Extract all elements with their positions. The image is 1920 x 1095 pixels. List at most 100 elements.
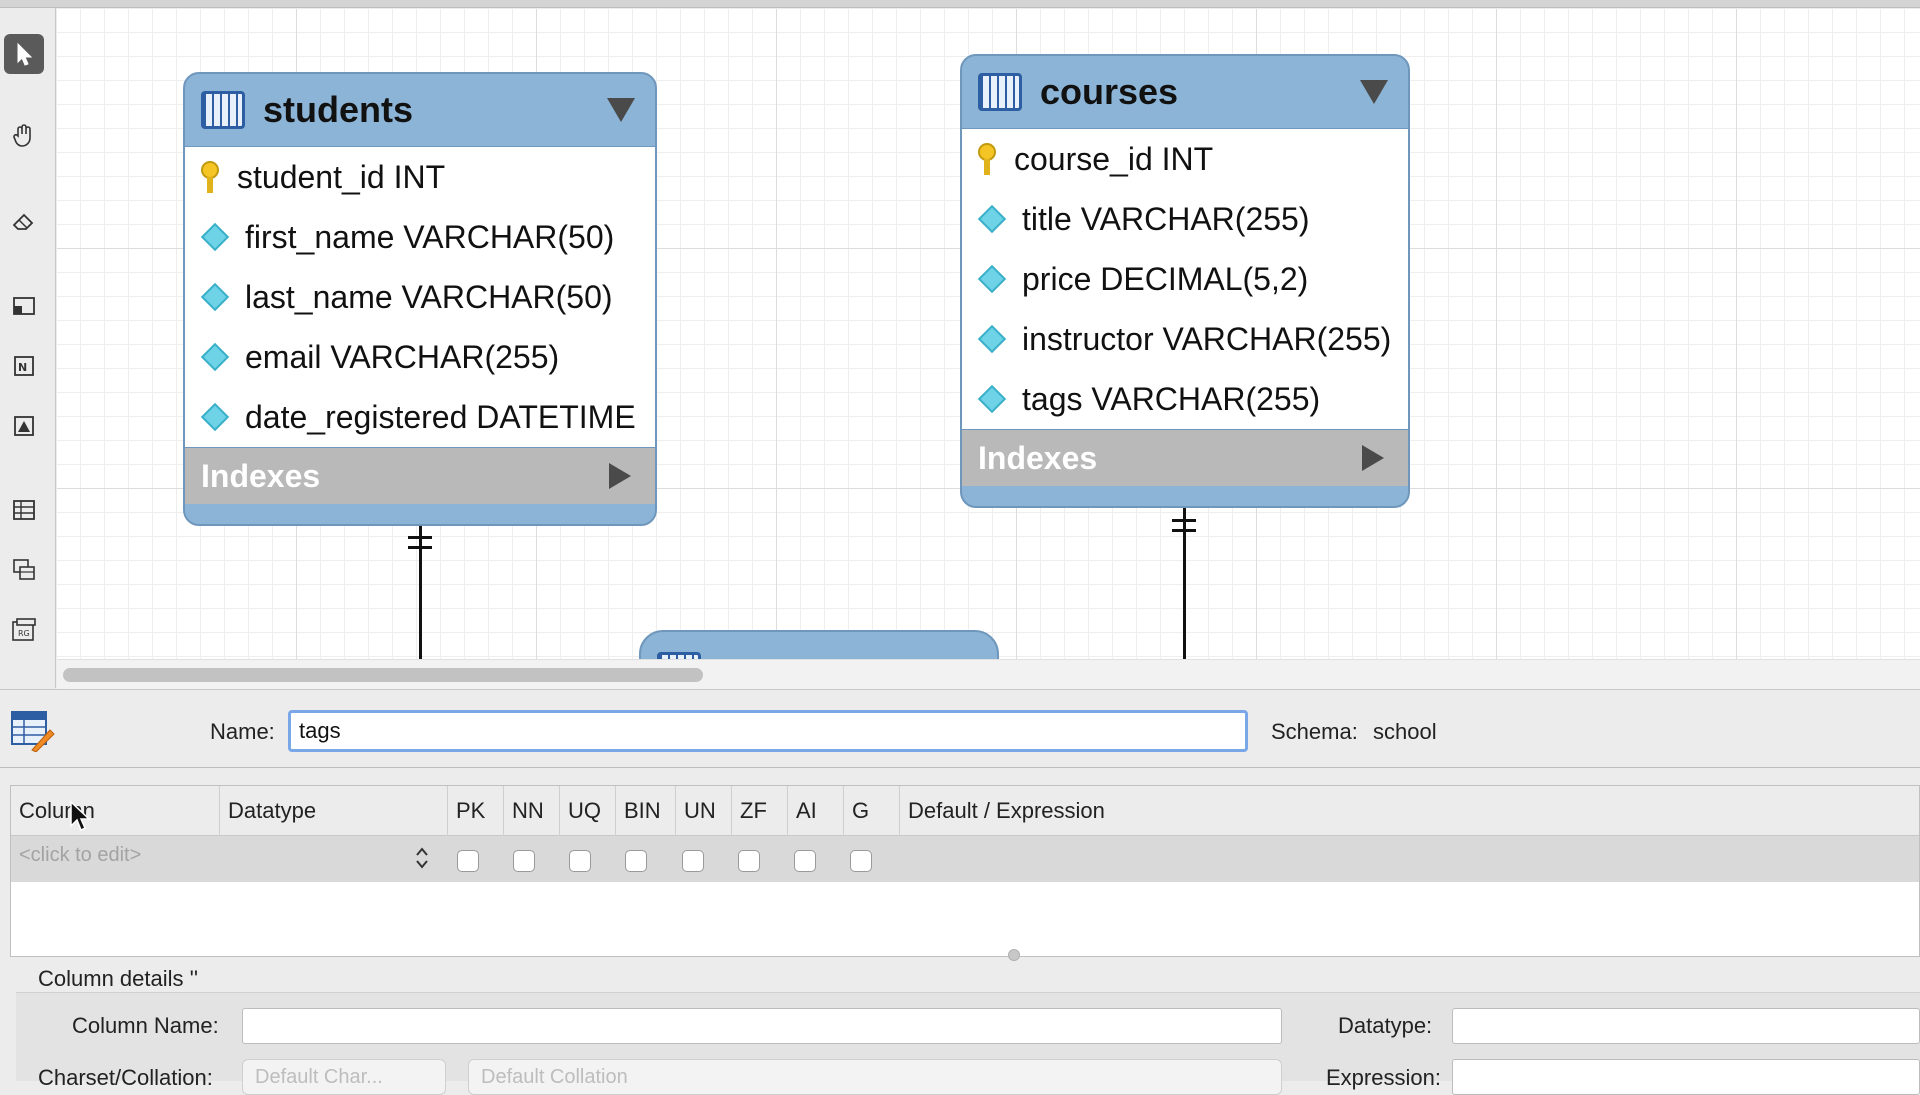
entity-column-row[interactable]: date_registered DATETIME — [185, 387, 655, 447]
column-header-pk[interactable]: PK — [447, 786, 485, 836]
expand-arrow-icon[interactable] — [609, 463, 631, 489]
entity-column-row[interactable]: last_name VARCHAR(50) — [185, 267, 655, 327]
layer-icon — [13, 297, 35, 315]
entity-column-row[interactable]: price DECIMAL(5,2) — [962, 249, 1408, 309]
horizontal-scrollbar[interactable] — [57, 659, 1920, 689]
column-header-default[interactable]: Default / Expression — [899, 786, 1105, 836]
column-text: course_id INT — [1014, 140, 1214, 177]
table-name-input[interactable] — [288, 710, 1248, 752]
primary-key-icon — [199, 161, 221, 193]
view-tool-button[interactable] — [4, 550, 44, 590]
entity-column-row[interactable]: first_name VARCHAR(50) — [185, 207, 655, 267]
entity-column-row[interactable]: tags VARCHAR(255) — [962, 369, 1408, 429]
table-icon — [201, 91, 245, 129]
column-diamond-icon — [977, 384, 1007, 414]
charset-select[interactable]: Default Char... — [242, 1059, 446, 1095]
hand-icon — [13, 124, 31, 147]
column-header-datatype[interactable]: Datatype — [219, 786, 316, 836]
pointer-tool-button[interactable] — [4, 34, 44, 74]
uq-checkbox[interactable] — [569, 850, 591, 872]
eraser-tool-button[interactable] — [4, 201, 44, 241]
table-edit-icon — [11, 711, 55, 752]
entity-students[interactable]: students student_id INT first_name VARCH… — [183, 72, 657, 526]
entity-header[interactable] — [641, 632, 997, 659]
charset-label: Charset/Collation: — [38, 1065, 213, 1090]
datatype-stepper-icon[interactable] — [413, 844, 431, 872]
entity-column-row[interactable]: email VARCHAR(255) — [185, 327, 655, 387]
view-icon — [13, 559, 35, 580]
expression-label: Expression: — [1326, 1065, 1441, 1090]
grid-header: Column Datatype PK NN UQ BIN UN ZF AI G … — [11, 786, 1919, 836]
new-column-placeholder[interactable]: <click to edit> — [19, 844, 141, 867]
note-icon: N — [14, 356, 34, 376]
columns-grid[interactable]: Column Datatype PK NN UQ BIN UN ZF AI G … — [10, 785, 1920, 957]
diagram-canvas[interactable]: students student_id INT first_name VARCH… — [57, 9, 1920, 659]
column-details-title: Column details '' — [38, 966, 199, 991]
layer-tool-button[interactable] — [4, 286, 44, 326]
entity-column-row[interactable]: title VARCHAR(255) — [962, 189, 1408, 249]
collapse-triangle-icon[interactable] — [1360, 80, 1388, 104]
nn-checkbox[interactable] — [513, 850, 535, 872]
indexes-section[interactable]: Indexes — [185, 448, 655, 504]
column-diamond-icon — [200, 222, 230, 252]
collapse-triangle-icon[interactable] — [607, 98, 635, 122]
collation-select[interactable]: Default Collation — [468, 1059, 1282, 1095]
tool-palette: N RG — [0, 8, 56, 688]
image-tool-button[interactable] — [4, 406, 44, 446]
indexes-label: Indexes — [978, 439, 1098, 476]
column-diamond-icon — [977, 324, 1007, 354]
entity-partial[interactable] — [639, 630, 999, 659]
column-header-zf[interactable]: ZF — [731, 786, 767, 836]
datatype-input[interactable] — [1452, 1008, 1920, 1044]
table-icon — [13, 500, 35, 520]
column-name-input[interactable] — [242, 1008, 1282, 1044]
column-text: title VARCHAR(255) — [1022, 200, 1310, 237]
table-editor-panel: Name: Schema: school Column Datatype PK … — [0, 689, 1920, 1095]
column-diamond-icon — [977, 204, 1007, 234]
window-top-edge — [0, 0, 1920, 8]
entity-courses[interactable]: courses course_id INT title VARCHAR(255)… — [960, 54, 1410, 508]
column-header-nn[interactable]: NN — [503, 786, 544, 836]
column-name-label: Column Name: — [72, 1013, 219, 1038]
pk-checkbox[interactable] — [457, 850, 479, 872]
svg-text:N: N — [18, 361, 27, 374]
entity-column-row[interactable]: course_id INT — [962, 129, 1408, 189]
column-header-g[interactable]: G — [843, 786, 869, 836]
column-text: first_name VARCHAR(50) — [245, 218, 615, 255]
entity-title: students — [263, 89, 414, 130]
bin-checkbox[interactable] — [625, 850, 647, 872]
column-text: tags VARCHAR(255) — [1022, 380, 1321, 417]
column-diamond-icon — [200, 282, 230, 312]
cardinality-tick — [408, 546, 432, 549]
column-header-uq[interactable]: UQ — [559, 786, 601, 836]
column-text: student_id INT — [237, 158, 446, 195]
entity-header[interactable]: students — [185, 74, 655, 146]
table-row[interactable]: <click to edit> — [11, 836, 1919, 882]
column-header-ai[interactable]: AI — [787, 786, 817, 836]
scrollbar-thumb[interactable] — [63, 668, 703, 682]
expression-input[interactable] — [1452, 1059, 1920, 1095]
column-text: last_name VARCHAR(50) — [245, 278, 613, 315]
schema-value: school — [1373, 719, 1437, 744]
indexes-section[interactable]: Indexes — [962, 430, 1408, 486]
panel-splitter-handle[interactable] — [1008, 949, 1020, 961]
g-checkbox[interactable] — [850, 850, 872, 872]
routine-group-tool-button[interactable]: RG — [4, 610, 44, 650]
un-checkbox[interactable] — [682, 850, 704, 872]
indexes-label: Indexes — [201, 457, 321, 494]
expand-arrow-icon[interactable] — [1362, 445, 1384, 471]
zf-checkbox[interactable] — [738, 850, 760, 872]
column-diamond-icon — [200, 342, 230, 372]
column-header-bin[interactable]: BIN — [615, 786, 661, 836]
ai-checkbox[interactable] — [794, 850, 816, 872]
note-tool-button[interactable]: N — [4, 346, 44, 386]
editor-header: Name: Schema: school — [0, 690, 1920, 768]
entity-column-row[interactable]: student_id INT — [185, 147, 655, 207]
column-header-un[interactable]: UN — [675, 786, 716, 836]
hand-tool-button[interactable] — [4, 116, 44, 156]
entity-header[interactable]: courses — [962, 56, 1408, 128]
cardinality-tick — [408, 536, 432, 539]
cardinality-tick — [1172, 529, 1196, 532]
entity-column-row[interactable]: instructor VARCHAR(255) — [962, 309, 1408, 369]
table-tool-button[interactable] — [4, 490, 44, 530]
